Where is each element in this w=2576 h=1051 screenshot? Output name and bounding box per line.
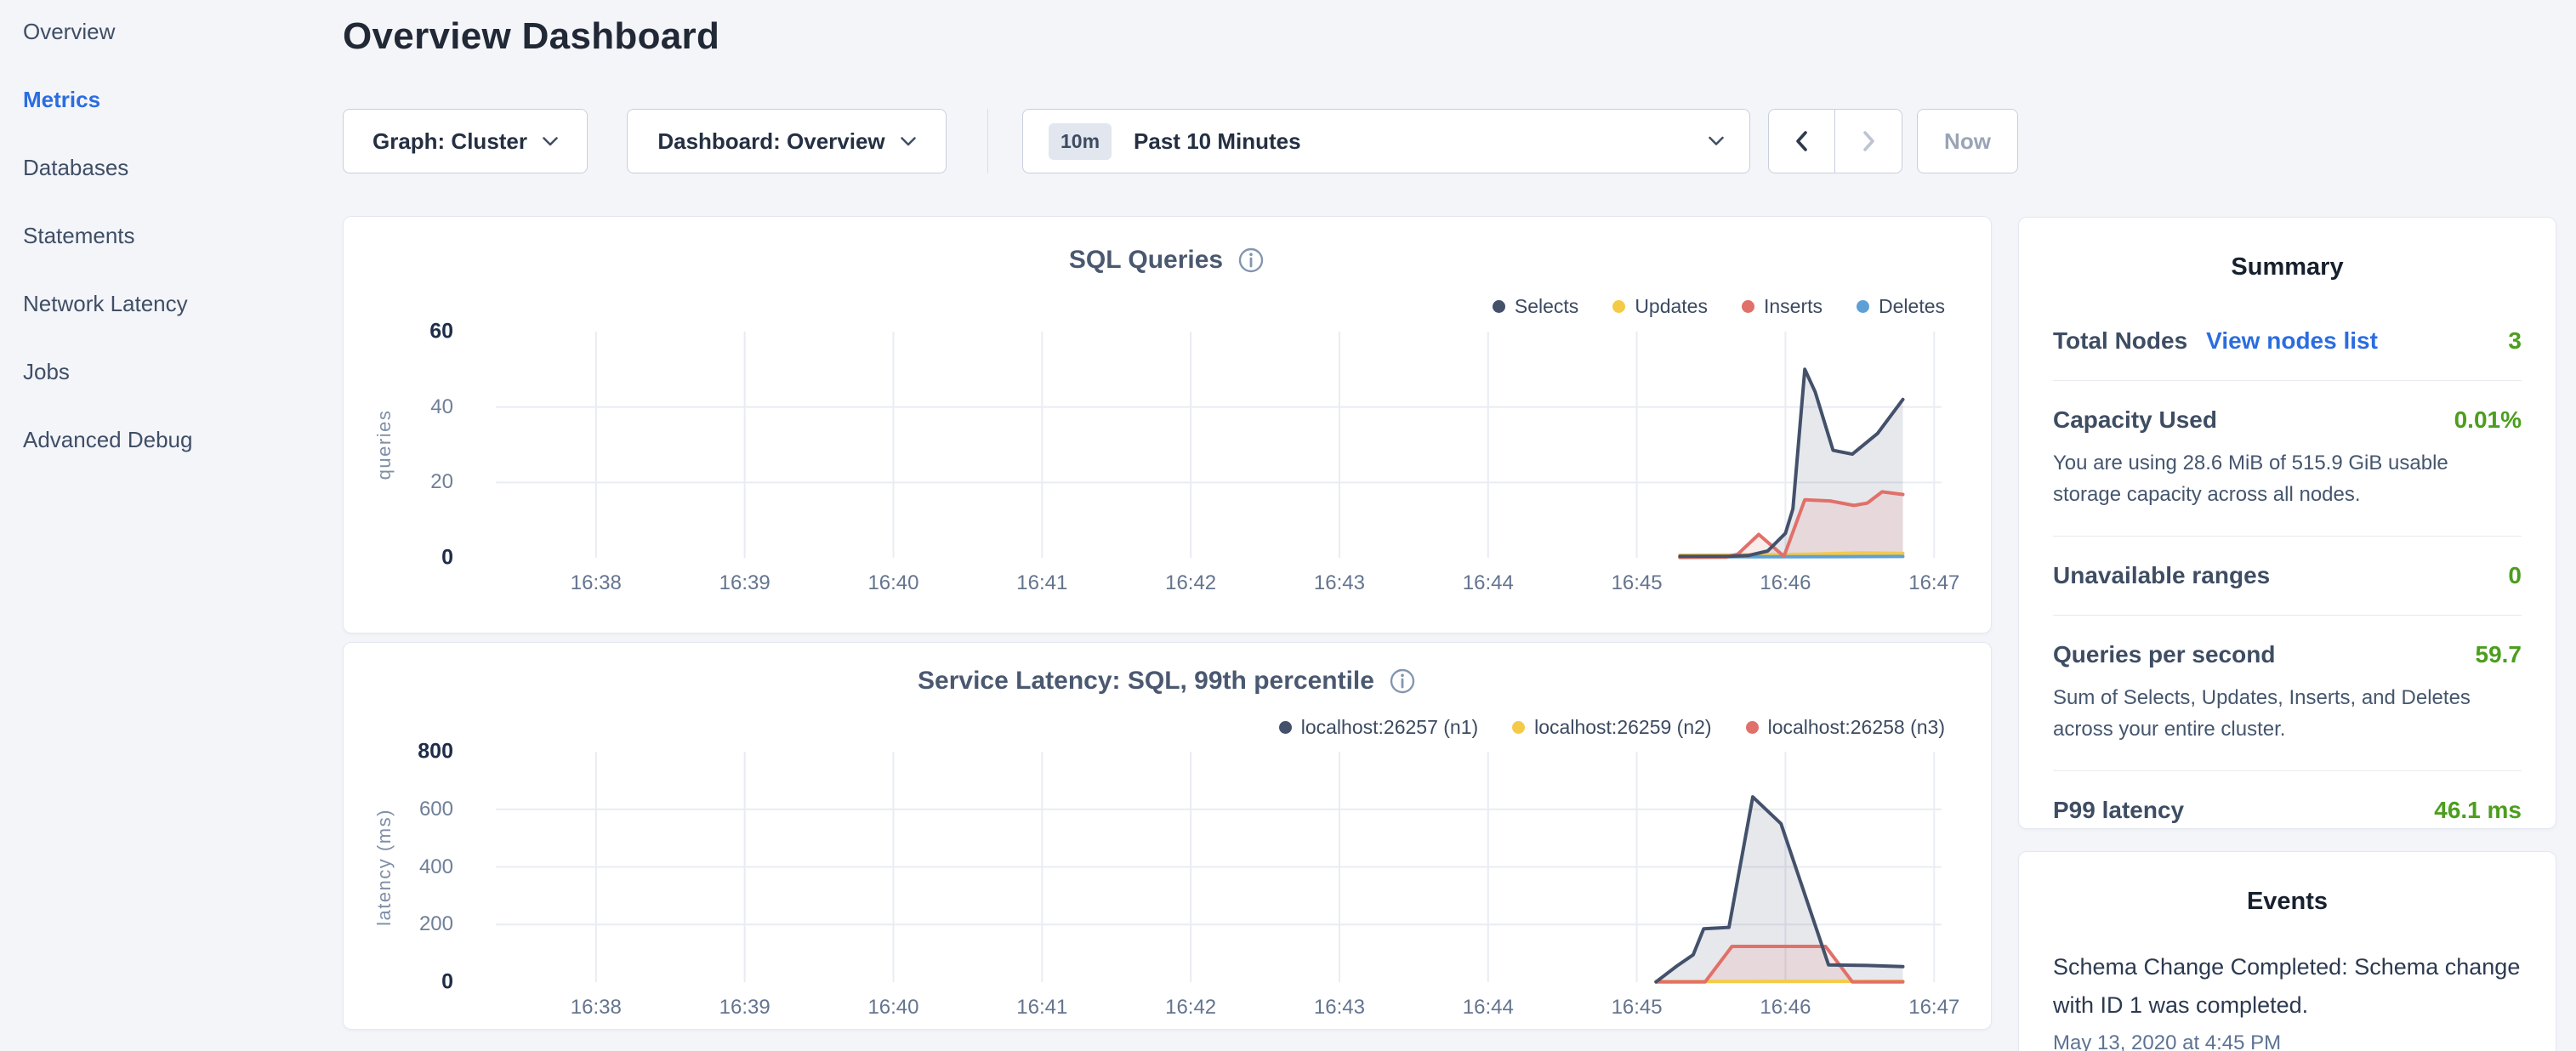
summary-row: Queries per second 59.7 Sum of Selects, Up…: [2053, 615, 2522, 770]
summary-row-value: 0.01%: [2454, 406, 2522, 434]
page-title: Overview Dashboard: [343, 15, 719, 58]
event-item-timestamp: May 13, 2020 at 4:45 PM: [2053, 1031, 2522, 1051]
summary-title: Summary: [2053, 253, 2522, 281]
time-range-select[interactable]: 10m Past 10 Minutes: [1022, 109, 1750, 173]
sql-queries-chart-panel: SQL QueriesSelectsUpdatesInsertsDeletesq…: [343, 216, 1992, 633]
next-arrow-icon: [1860, 130, 1877, 152]
sidebar-item-network-latency[interactable]: Network Latency: [23, 289, 312, 318]
events-title: Events: [2053, 888, 2522, 916]
dashboard-dropdown[interactable]: Dashboard: Overview: [627, 109, 947, 173]
chevron-down-icon: [543, 137, 558, 146]
summary-row-value: 0: [2508, 562, 2522, 589]
controls-divider: [987, 109, 988, 173]
time-prev-button[interactable]: [1769, 110, 1835, 173]
chevron-down-icon: [1709, 137, 1724, 146]
sidebar: OverviewMetricsDatabasesStatementsNetwor…: [23, 17, 312, 493]
events-panel: Events Schema Change Completed: Schema c…: [2018, 851, 2556, 1051]
time-range-badge: 10m: [1049, 123, 1112, 160]
now-button-label: Now: [1944, 128, 1991, 155]
summary-rows: Total Nodes View nodes list 3 Capacity Used…: [2053, 302, 2522, 849]
now-button[interactable]: Now: [1917, 109, 2018, 173]
summary-panel: Summary Total Nodes View nodes list 3 Capac…: [2018, 217, 2556, 829]
summary-row-label: Queries per second: [2053, 641, 2275, 668]
summary-row-value: 46.1 ms: [2434, 797, 2522, 824]
summary-row: Capacity Used 0.01% You are using 28.6 MiB…: [2053, 380, 2522, 536]
summary-row-description: You are using 28.6 MiB of 515.9 GiB usab…: [2053, 447, 2522, 510]
view-nodes-list-link[interactable]: View nodes list: [2206, 327, 2378, 355]
controls-row: Graph: Cluster Dashboard: Overview 10m P…: [0, 109, 2576, 173]
event-item-text: Schema Change Completed: Schema change w…: [2053, 948, 2522, 1025]
time-next-button[interactable]: [1835, 110, 1902, 173]
service-latency-chart-panel: Service Latency: SQL, 99th percentileloc…: [343, 642, 1992, 1030]
summary-row: P99 latency 46.1 ms: [2053, 770, 2522, 849]
sidebar-item-overview[interactable]: Overview: [23, 17, 312, 46]
chart-plot-area[interactable]: [344, 643, 1993, 1031]
summary-row-value: 59.7: [2476, 641, 2522, 668]
time-pager: [1768, 109, 1902, 173]
graph-scope-dropdown-label: Graph: Cluster: [372, 128, 527, 155]
summary-row-label: Total Nodes: [2053, 327, 2187, 355]
summary-row-label: Capacity Used: [2053, 406, 2217, 434]
summary-row: Unavailable ranges 0: [2053, 536, 2522, 615]
dashboard-dropdown-label: Dashboard: Overview: [657, 128, 884, 155]
chevron-down-icon: [901, 137, 916, 146]
sidebar-item-statements[interactable]: Statements: [23, 221, 312, 250]
summary-row-value: 3: [2508, 327, 2522, 355]
summary-row-label: Unavailable ranges: [2053, 562, 2270, 589]
sidebar-item-advanced-debug[interactable]: Advanced Debug: [23, 425, 312, 454]
graph-scope-dropdown[interactable]: Graph: Cluster: [343, 109, 588, 173]
prev-arrow-icon: [1794, 130, 1811, 152]
chart-plot-area[interactable]: [344, 217, 1993, 634]
summary-row-label: P99 latency: [2053, 797, 2184, 824]
summary-row-description: Sum of Selects, Updates, Inserts, and De…: [2053, 682, 2522, 745]
sidebar-item-jobs[interactable]: Jobs: [23, 357, 312, 386]
summary-row: Total Nodes View nodes list 3: [2053, 302, 2522, 380]
time-range-label: Past 10 Minutes: [1134, 128, 1301, 155]
events-list: Schema Change Completed: Schema change w…: [2053, 948, 2522, 1051]
